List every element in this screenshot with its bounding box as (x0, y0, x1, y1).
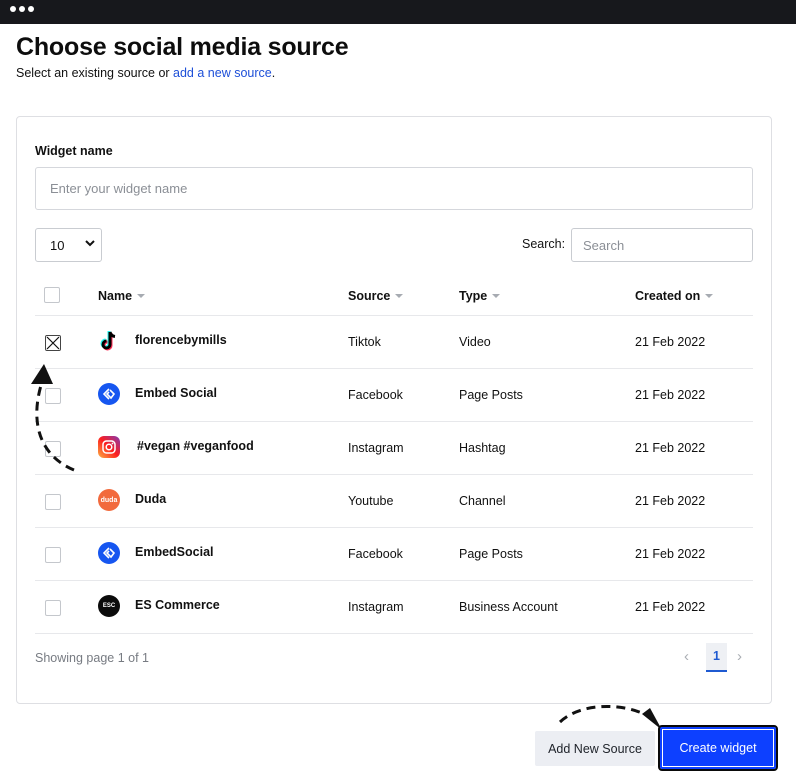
source-type: Business Account (459, 600, 558, 614)
source-name: EmbedSocial (135, 545, 214, 559)
table-row[interactable]: #vegan #veganfood Instagram Hashtag 21 F… (35, 422, 753, 475)
column-header-type[interactable]: Type (459, 289, 501, 303)
created-date: 21 Feb 2022 (635, 600, 706, 614)
created-date: 21 Feb 2022 (635, 335, 706, 349)
dashed-arrow-icon (558, 704, 662, 730)
source-platform: Instagram (348, 441, 404, 455)
source-platform: Instagram (348, 600, 404, 614)
table-row[interactable]: florencebymills Tiktok Video 21 Feb 2022 (35, 316, 753, 369)
created-date: 21 Feb 2022 (635, 388, 706, 402)
pagination-prev-button[interactable]: ‹ (684, 648, 689, 665)
source-name: #vegan #veganfood (137, 439, 254, 453)
row-checkbox[interactable] (45, 600, 61, 616)
column-header-label: Name (98, 289, 133, 303)
page-length-value: 10 (50, 238, 65, 253)
source-type: Hashtag (459, 441, 506, 455)
embedsocial-logo-icon (98, 542, 120, 564)
created-date: 21 Feb 2022 (635, 494, 706, 508)
table-row[interactable]: EmbedSocial Facebook Page Posts 21 Feb 2… (35, 528, 753, 581)
source-platform: Facebook (348, 547, 403, 561)
pagination-next-button[interactable]: › (737, 648, 742, 665)
column-header-label: Created on (635, 289, 701, 303)
created-date: 21 Feb 2022 (635, 441, 706, 455)
column-header-source[interactable]: Source (348, 289, 404, 303)
duda-logo-text: duda (100, 496, 118, 504)
source-name: Duda (135, 492, 167, 506)
source-type: Page Posts (459, 388, 523, 402)
row-checkbox[interactable] (45, 335, 61, 351)
source-type: Page Posts (459, 547, 523, 561)
escommerce-logo-text: ESC (102, 603, 116, 609)
checked-x-icon (46, 336, 60, 350)
instagram-logo-icon (98, 436, 120, 458)
search-label: Search: (522, 237, 566, 251)
pagination-page-current[interactable]: 1 (706, 643, 727, 672)
source-platform: Facebook (348, 388, 403, 402)
column-header-name[interactable]: Name (98, 289, 146, 303)
widget-name-label: Widget name (35, 144, 113, 158)
embedsocial-logo-icon (98, 383, 120, 405)
source-type: Channel (459, 494, 506, 508)
sort-icon (705, 294, 714, 298)
chevron-down-icon (85, 240, 95, 247)
created-date: 21 Feb 2022 (635, 547, 706, 561)
create-widget-button[interactable]: Create widget (658, 725, 778, 771)
source-name: ES Commerce (135, 598, 220, 612)
select-all-checkbox[interactable] (44, 287, 60, 303)
sort-icon (395, 294, 404, 298)
page-length-select[interactable]: 10 (35, 228, 102, 262)
window-dots-icon (10, 6, 34, 12)
subtitle-period: . (271, 66, 276, 80)
page-title: Choose social media source (16, 33, 349, 61)
table-row[interactable]: duda Duda Youtube Channel 21 Feb 2022 (35, 475, 753, 528)
widget-name-input[interactable] (35, 167, 753, 210)
escommerce-logo-icon: ESC (98, 595, 120, 617)
page-subtitle: Select an existing source or add a new s… (16, 66, 275, 80)
table-row[interactable]: Embed Social Facebook Page Posts 21 Feb … (35, 369, 753, 422)
column-header-label: Source (348, 289, 391, 303)
column-header-created-on[interactable]: Created on (635, 289, 714, 303)
table-row[interactable]: ESC ES Commerce Instagram Business Accou… (35, 581, 753, 634)
sort-icon (137, 294, 146, 298)
tiktok-logo-icon (98, 330, 120, 352)
row-checkbox[interactable] (45, 494, 61, 510)
source-platform: Youtube (348, 494, 394, 508)
duda-logo-icon: duda (98, 489, 120, 511)
source-platform: Tiktok (348, 335, 381, 349)
source-name: florencebymills (135, 333, 227, 347)
sort-icon (492, 294, 501, 298)
window-title-bar (0, 0, 796, 24)
search-input[interactable] (571, 228, 753, 262)
source-type: Video (459, 335, 491, 349)
column-header-label: Type (459, 289, 488, 303)
subtitle-text: Select an existing source or (16, 66, 174, 80)
pagination-info: Showing page 1 of 1 (35, 651, 149, 665)
source-name: Embed Social (135, 386, 217, 400)
dashed-arrow-icon (31, 364, 75, 472)
row-checkbox[interactable] (45, 547, 61, 563)
add-new-source-button[interactable]: Add New Source (535, 731, 655, 766)
row-divider (35, 633, 753, 634)
add-new-source-link[interactable]: add a new source (173, 66, 272, 80)
